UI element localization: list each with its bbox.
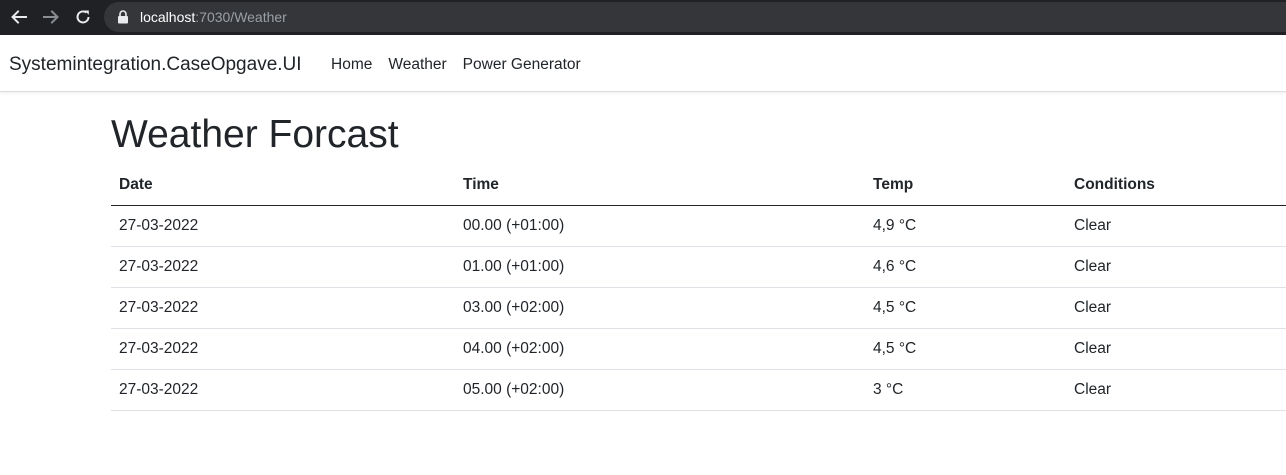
cell-time: 04.00 (+02:00) (455, 328, 865, 370)
back-arrow-icon[interactable] (9, 7, 29, 27)
column-header-temp: Temp (865, 165, 1066, 206)
forward-arrow-icon[interactable] (41, 7, 61, 27)
cell-temp: 4,5 °C (865, 328, 1066, 370)
table-row: 27-03-2022 05.00 (+02:00) 3 °C Clear (111, 369, 1286, 411)
table-row: 27-03-2022 00.00 (+01:00) 4,9 °C Clear (111, 205, 1286, 247)
nav-link-power-generator[interactable]: Power Generator (463, 55, 581, 75)
cell-conditions: Clear (1066, 287, 1286, 329)
cell-temp: 3 °C (865, 369, 1066, 411)
lock-icon[interactable] (117, 10, 129, 24)
cell-time: 01.00 (+01:00) (455, 246, 865, 288)
cell-date: 27-03-2022 (111, 246, 455, 288)
nav-link-weather[interactable]: Weather (388, 55, 446, 75)
table-row: 27-03-2022 04.00 (+02:00) 4,5 °C Clear (111, 328, 1286, 370)
app-navbar: Systemintegration.CaseOpgave.UI Home Wea… (0, 35, 1286, 92)
browser-toolbar: localhost:7030/Weather (0, 0, 1286, 35)
address-bar[interactable]: localhost:7030/Weather (104, 2, 1286, 32)
cell-temp: 4,9 °C (865, 205, 1066, 247)
cell-date: 27-03-2022 (111, 287, 455, 329)
table-row: 27-03-2022 01.00 (+01:00) 4,6 °C Clear (111, 246, 1286, 288)
table-header-row: Date Time Temp Conditions (111, 165, 1286, 206)
nav-links: Home Weather Power Generator (331, 55, 597, 75)
navbar-brand[interactable]: Systemintegration.CaseOpgave.UI (9, 53, 302, 77)
column-header-conditions: Conditions (1066, 165, 1286, 206)
reload-icon[interactable] (73, 7, 93, 27)
table-header: Date Time Temp Conditions (111, 165, 1286, 206)
nav-link-home[interactable]: Home (331, 55, 372, 75)
cell-time: 03.00 (+02:00) (455, 287, 865, 329)
cell-time: 05.00 (+02:00) (455, 369, 865, 411)
table-row: 27-03-2022 03.00 (+02:00) 4,5 °C Clear (111, 287, 1286, 329)
cell-temp: 4,5 °C (865, 287, 1066, 329)
weather-table: Date Time Temp Conditions 27-03-2022 00.… (111, 165, 1286, 411)
cell-conditions: Clear (1066, 328, 1286, 370)
column-header-date: Date (111, 165, 455, 206)
table-body: 27-03-2022 00.00 (+01:00) 4,9 °C Clear 2… (111, 205, 1286, 411)
cell-conditions: Clear (1066, 246, 1286, 288)
cell-conditions: Clear (1066, 205, 1286, 247)
cell-conditions: Clear (1066, 369, 1286, 411)
url-text[interactable]: localhost:7030/Weather (140, 9, 287, 25)
cell-time: 00.00 (+01:00) (455, 205, 865, 247)
cell-date: 27-03-2022 (111, 205, 455, 247)
cell-date: 27-03-2022 (111, 369, 455, 411)
column-header-time: Time (455, 165, 865, 206)
cell-date: 27-03-2022 (111, 328, 455, 370)
cell-temp: 4,6 °C (865, 246, 1066, 288)
page-title: Weather Forcast (111, 113, 399, 156)
url-path: :7030/Weather (195, 9, 287, 25)
url-host: localhost (140, 9, 196, 25)
